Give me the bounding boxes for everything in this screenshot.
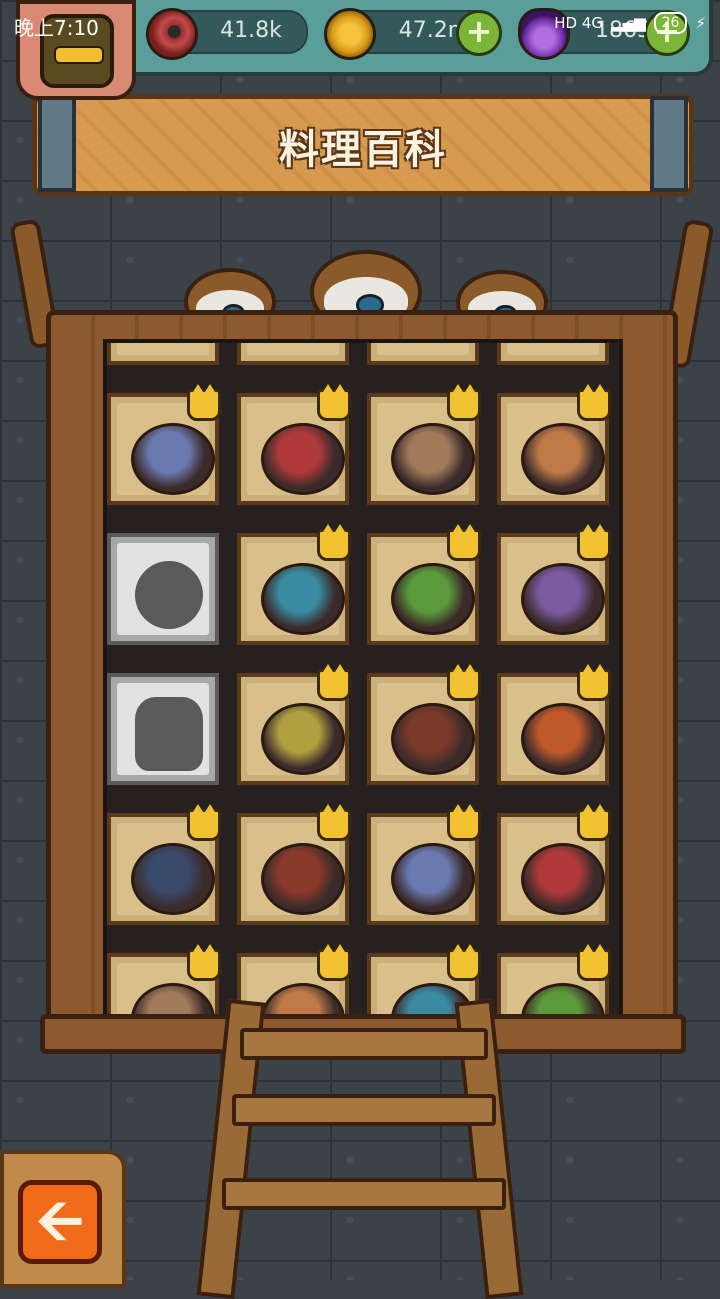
crown-icon xyxy=(577,804,611,841)
recipe-cell[interactable] xyxy=(107,944,221,1017)
crown-icon xyxy=(577,524,611,561)
status-time: 晚上7:10 xyxy=(14,16,99,40)
dish-cup-dessert xyxy=(261,423,345,495)
dish-cake-plate xyxy=(521,423,605,495)
back-arrow-icon: 🡨 xyxy=(36,1186,84,1254)
crown-icon xyxy=(317,664,351,701)
crown-icon xyxy=(317,944,351,981)
recipe-cell-locked[interactable] xyxy=(107,533,219,645)
title-banner: 料理百科 xyxy=(32,94,694,196)
recipe-cell[interactable] xyxy=(367,664,481,785)
recipe-cell-partial xyxy=(367,343,479,365)
dish-glass-dome-dish xyxy=(131,423,215,495)
dish-skewer-tray xyxy=(391,843,475,915)
crown-icon xyxy=(447,384,481,421)
crown-icon xyxy=(187,384,221,421)
crown-icon xyxy=(317,804,351,841)
dish-roast-bird xyxy=(521,843,605,915)
recipe-cell-locked[interactable] xyxy=(107,673,219,785)
recipe-cell[interactable] xyxy=(497,804,611,925)
recipe-cell[interactable] xyxy=(367,524,481,645)
dish-stuffed-plate xyxy=(391,563,475,635)
recipe-cell[interactable] xyxy=(237,384,351,505)
crown-icon xyxy=(577,664,611,701)
crown-icon xyxy=(447,944,481,981)
recipe-cell[interactable] xyxy=(107,384,221,505)
recipe-cell-partial xyxy=(237,343,349,365)
recipe-cell[interactable] xyxy=(497,944,611,1017)
dish-pizza-slices xyxy=(521,703,605,775)
crown-icon xyxy=(187,804,221,841)
page-title: 料理百科 xyxy=(279,127,447,173)
crown-icon xyxy=(577,384,611,421)
dish-meat-bowl xyxy=(521,563,605,635)
charging-icon: ⚡ xyxy=(695,14,706,32)
recipe-cell[interactable] xyxy=(497,384,611,505)
dish-purple-platter xyxy=(391,703,475,775)
status-bar: 晚上7:10 HD 4G ▂▄▆ 26 ⚡ xyxy=(0,0,720,48)
crown-icon xyxy=(447,804,481,841)
locked-dish-silhouette xyxy=(135,561,203,629)
recipe-book-frame xyxy=(46,310,678,1050)
recipe-cell[interactable] xyxy=(367,384,481,505)
recipe-cell-partial xyxy=(107,343,219,365)
signal-icon: ▂▄▆ xyxy=(611,14,646,32)
crown-icon xyxy=(447,524,481,561)
ladder-rung xyxy=(222,1178,506,1210)
banner-bracket-right xyxy=(650,96,688,192)
status-indicators: HD 4G ▂▄▆ 26 ⚡ xyxy=(554,12,706,34)
ladder-rung xyxy=(240,1028,488,1060)
dish-jar-drink xyxy=(391,423,475,495)
crown-icon xyxy=(577,944,611,981)
locked-dish-silhouette xyxy=(135,697,203,771)
dish-salad-bowl xyxy=(261,703,345,775)
crown-icon xyxy=(317,524,351,561)
recipe-cell[interactable] xyxy=(237,664,351,785)
back-button-panel: 🡨 xyxy=(0,1150,126,1288)
recipe-cell-partial xyxy=(497,343,609,365)
ladder-rung xyxy=(232,1094,496,1126)
dish-roast-fish xyxy=(261,843,345,915)
recipe-cell[interactable] xyxy=(497,664,611,785)
recipe-cell[interactable] xyxy=(497,524,611,645)
network-indicator: HD 4G xyxy=(554,14,604,32)
back-button[interactable]: 🡨 xyxy=(18,1180,102,1264)
dish-eye-soup xyxy=(131,843,215,915)
recipe-cell[interactable] xyxy=(107,804,221,925)
crown-icon xyxy=(187,944,221,981)
dish-green-salad xyxy=(261,563,345,635)
battery-indicator: 26 xyxy=(653,12,688,34)
banner-bracket-left xyxy=(38,96,76,192)
recipe-cell[interactable] xyxy=(367,804,481,925)
crown-icon xyxy=(317,384,351,421)
crown-icon xyxy=(447,664,481,701)
recipe-grid[interactable] xyxy=(103,339,623,1021)
recipe-cell[interactable] xyxy=(237,524,351,645)
recipe-cell[interactable] xyxy=(237,804,351,925)
